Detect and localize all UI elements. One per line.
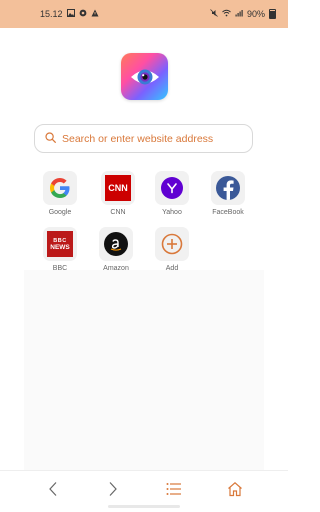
app-logo [121, 53, 168, 100]
shortcut-cnn[interactable]: CNN CNN [92, 171, 144, 216]
google-icon [43, 171, 77, 205]
add-shortcut-button[interactable]: Add [146, 227, 198, 272]
shortcut-facebook[interactable]: FaceBook [202, 171, 254, 216]
content-area [24, 270, 264, 470]
add-icon [155, 227, 189, 261]
bottom-nav [0, 470, 288, 507]
amazon-icon [99, 227, 133, 261]
back-button[interactable] [44, 480, 62, 498]
cnn-icon: CNN [101, 171, 135, 205]
mute-icon [210, 9, 218, 19]
shortcut-amazon[interactable]: Amazon [90, 227, 142, 272]
status-left: 15.12 [40, 9, 99, 19]
search-icon [45, 130, 56, 148]
forward-icon [109, 482, 117, 496]
menu-button[interactable] [165, 480, 183, 498]
home-icon [228, 482, 242, 497]
cnn-logo-text: CNN [108, 183, 128, 193]
shortcut-label: Google [48, 209, 72, 216]
battery-icon [269, 9, 276, 19]
battery-percent: 90% [246, 9, 265, 19]
warning-icon [91, 9, 99, 19]
shortcut-bbc[interactable]: BBC NEWS BBC [34, 227, 86, 272]
facebook-icon [211, 171, 245, 205]
status-bar: 15.12 90% [0, 0, 288, 28]
wifi-icon [222, 9, 231, 19]
home-indicator [108, 505, 180, 508]
shortcut-label: Yahoo [162, 209, 182, 216]
back-icon [49, 482, 57, 496]
eye-icon [130, 69, 159, 84]
bbc-news-text: NEWS [50, 243, 70, 251]
status-time: 15.12 [40, 9, 63, 19]
yahoo-icon [155, 171, 189, 205]
shortcut-label: CNN [110, 209, 126, 216]
shortcut-label: FaceBook [212, 209, 244, 216]
menu-icon [166, 483, 181, 495]
shortcut-google[interactable]: Google [34, 171, 86, 216]
forward-button[interactable] [104, 480, 122, 498]
home-button[interactable] [226, 480, 244, 498]
signal-icon [235, 9, 243, 19]
shortcut-yahoo[interactable]: Yahoo [146, 171, 198, 216]
search-input[interactable]: Search or enter website address [34, 124, 253, 153]
bbc-icon: BBC NEWS [43, 227, 77, 261]
search-placeholder: Search or enter website address [62, 132, 214, 145]
settings-icon [79, 9, 87, 19]
image-icon [66, 9, 75, 19]
status-right: 90% [210, 9, 276, 19]
